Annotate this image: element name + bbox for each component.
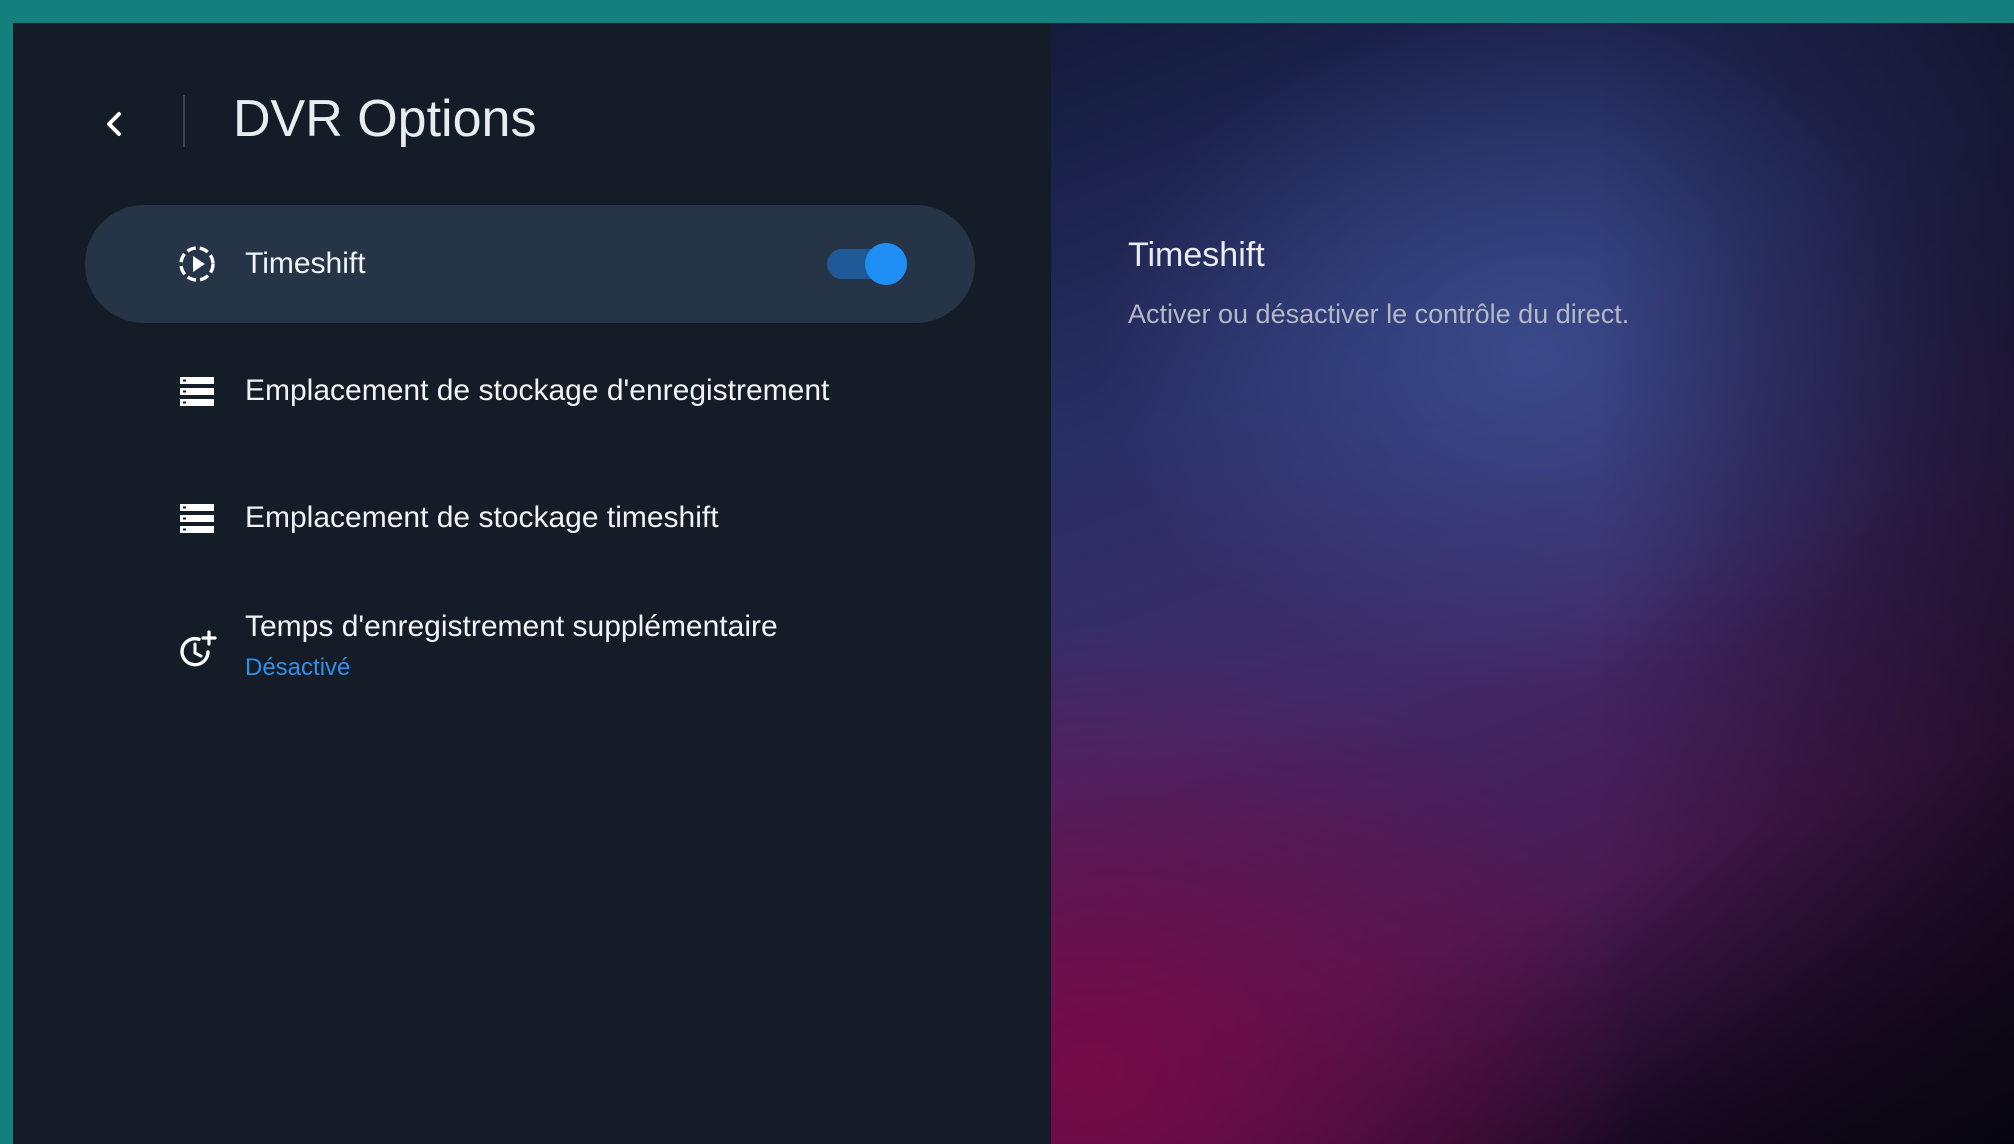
menu-item-label: Timeshift (245, 247, 366, 280)
menu-item-timeshift[interactable]: Timeshift (85, 205, 975, 323)
header-divider (183, 95, 185, 147)
details-description: Activer ou désactiver le contrôle du dir… (1128, 299, 1630, 329)
timeshift-icon (179, 246, 215, 282)
menu-item-label: Emplacement de stockage d'enregistrement (245, 374, 830, 407)
menu-item-recording-storage[interactable]: Emplacement de stockage d'enregistrement (85, 332, 975, 450)
settings-panel: DVR Options Timeshift Emplacement de sto… (13, 23, 1051, 1144)
page-title: DVR Options (233, 90, 537, 148)
menu-item-label: Temps d'enregistrement supplémentaire (245, 610, 778, 643)
back-button[interactable] (93, 103, 135, 145)
toggle-thumb (865, 243, 907, 285)
tv-screen: DVR Options Timeshift Emplacement de sto… (13, 23, 2014, 1144)
menu-item-value: Désactivé (245, 654, 351, 681)
details-panel: Timeshift Activer ou désactiver le contr… (1051, 23, 2014, 1144)
chevron-left-icon (107, 112, 121, 136)
menu-item-extra-recording-time[interactable]: Temps d'enregistrement supplémentaire Dé… (85, 586, 975, 704)
clock-plus-icon (180, 630, 217, 667)
timeshift-toggle[interactable] (825, 243, 907, 285)
menu-item-label: Emplacement de stockage timeshift (245, 501, 719, 534)
storage-icon (180, 504, 214, 533)
details-title: Timeshift (1128, 236, 1265, 274)
menu-item-timeshift-storage[interactable]: Emplacement de stockage timeshift (85, 459, 975, 577)
storage-icon (180, 377, 214, 406)
